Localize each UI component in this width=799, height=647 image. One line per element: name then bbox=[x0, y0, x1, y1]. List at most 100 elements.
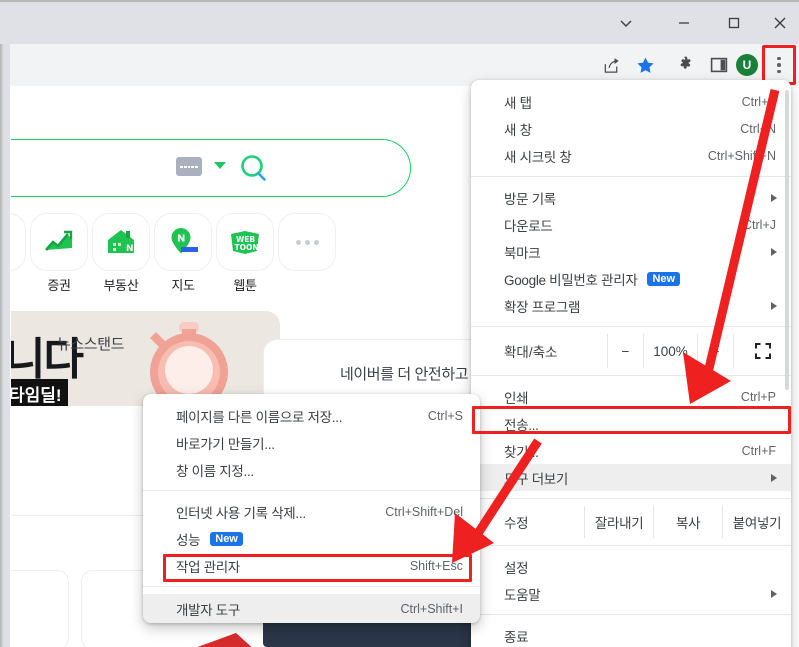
menu-item-downloads[interactable]: 다운로드 Ctrl+J bbox=[471, 211, 791, 238]
menu-label: 인터넷 사용 기록 삭제... bbox=[176, 505, 306, 521]
shortcut-label: 웹툰 bbox=[233, 278, 257, 293]
search-icon[interactable] bbox=[237, 152, 271, 186]
shortcut-label: 뉴스 bbox=[11, 275, 25, 294]
svg-text:N: N bbox=[126, 244, 134, 254]
menu-label: 방문 기록 bbox=[504, 191, 556, 207]
menu-scrollbar[interactable] bbox=[785, 90, 789, 390]
menu-item-history[interactable]: 방문 기록 bbox=[471, 184, 791, 211]
submenu-item-save-page-as[interactable]: 페이지를 다른 이름으로 저장... Ctrl+S bbox=[143, 402, 480, 429]
zoom-in-button[interactable]: + bbox=[697, 334, 733, 368]
caret-down-icon[interactable] bbox=[214, 162, 226, 169]
more-tools-submenu: 페이지를 다른 이름으로 저장... Ctrl+S 바로가기 만들기... 창 … bbox=[143, 394, 480, 623]
map-pin-icon: N bbox=[155, 214, 211, 270]
menu-separator bbox=[471, 375, 791, 376]
submenu-item-create-shortcut[interactable]: 바로가기 만들기... bbox=[143, 429, 480, 456]
menu-item-extensions[interactable]: 확장 프로그램 bbox=[471, 292, 791, 319]
bottom-card-left[interactable] bbox=[11, 570, 69, 647]
edit-cut-button[interactable]: 잘라내기 bbox=[584, 506, 653, 538]
menu-item-bookmarks[interactable]: 북마크 bbox=[471, 238, 791, 265]
submenu-item-developer-tools[interactable]: 개발자 도구 Ctrl+Shift+I bbox=[143, 594, 480, 623]
chevron-right-icon bbox=[771, 473, 777, 482]
close-button[interactable] bbox=[757, 4, 799, 42]
menu-label: Google 비밀번호 관리자 bbox=[504, 272, 638, 288]
edit-copy-button[interactable]: 복사 bbox=[653, 506, 722, 538]
menu-accelerator: Shift+Esc bbox=[409, 558, 463, 573]
submenu-item-clear-browsing-data[interactable]: 인터넷 사용 기록 삭제... Ctrl+Shift+Del bbox=[143, 498, 480, 525]
kebab-dots bbox=[777, 56, 781, 74]
promo-card[interactable]: 니다 타임딜! bbox=[11, 311, 280, 411]
webtoon-icon: WEB TOON bbox=[217, 214, 273, 270]
menu-zoom-row: 확대/축소 − 100% + bbox=[471, 334, 791, 368]
edit-label: 수정 bbox=[504, 516, 529, 531]
menu-item-new-incognito-window[interactable]: 새 시크릿 창 Ctrl+Shift+N bbox=[471, 142, 791, 169]
menu-separator bbox=[471, 176, 791, 177]
submenu-item-task-manager[interactable]: 작업 관리자 Shift+Esc bbox=[143, 552, 480, 579]
more-dots-icon bbox=[279, 214, 335, 270]
edit-paste-button[interactable]: 붙여넣기 bbox=[722, 506, 791, 538]
keyboard-icon[interactable] bbox=[176, 157, 202, 176]
naver-search-bar[interactable] bbox=[11, 139, 411, 197]
new-badge: New bbox=[647, 271, 681, 286]
menu-edit-row: 수정 잘라내기 복사 붙여넣기 bbox=[471, 506, 791, 538]
shortcut-label: 지도 bbox=[171, 278, 195, 293]
menu-item-exit[interactable]: 종료 bbox=[471, 622, 791, 647]
menu-item-more-tools[interactable]: 도구 더보기 bbox=[471, 464, 791, 491]
zoom-label: 확대/축소 bbox=[504, 345, 558, 360]
menu-label: 확장 프로그램 bbox=[504, 299, 581, 315]
submenu-separator bbox=[143, 490, 480, 491]
menu-item-new-tab[interactable]: 새 탭 Ctrl+T bbox=[471, 88, 791, 115]
menu-item-find[interactable]: 찾기... Ctrl+F bbox=[471, 437, 791, 464]
menu-label: 다운로드 bbox=[504, 218, 553, 234]
shortcut-webtoon[interactable]: WEB TOON 웹툰 bbox=[217, 214, 273, 294]
menu-label: 성능 bbox=[176, 532, 201, 548]
menu-item-print[interactable]: 인쇄 Ctrl+P bbox=[471, 383, 791, 410]
menu-separator bbox=[471, 326, 791, 327]
menu-label: 인쇄 bbox=[504, 390, 529, 406]
menu-label: 북마크 bbox=[504, 245, 541, 261]
svg-text:TOON: TOON bbox=[235, 243, 259, 252]
menu-accelerator: Ctrl+F bbox=[741, 443, 776, 458]
chevron-right-icon bbox=[771, 247, 777, 256]
window-left-border bbox=[0, 0, 10, 647]
submenu-item-performance[interactable]: 성능 New bbox=[143, 525, 480, 552]
menu-item-cast[interactable]: 전송... bbox=[471, 410, 791, 437]
fullscreen-icon[interactable] bbox=[733, 334, 791, 368]
menu-item-password-manager[interactable]: Google 비밀번호 관리자 New bbox=[471, 265, 791, 292]
menu-item-settings[interactable]: 설정 bbox=[471, 553, 791, 580]
menu-label: 바로가기 만들기... bbox=[176, 436, 275, 452]
menu-label: 새 창 bbox=[504, 122, 532, 138]
menu-accelerator: Ctrl+S bbox=[427, 408, 463, 423]
menu-label: 창 이름 지정... bbox=[176, 463, 254, 479]
shortcut-map[interactable]: N 지도 bbox=[155, 214, 211, 294]
menu-accelerator: Ctrl+Shift+Del bbox=[385, 504, 463, 519]
menu-accelerator: Ctrl+P bbox=[740, 389, 776, 404]
menu-accelerator: Ctrl+Shift+N bbox=[707, 148, 776, 163]
zoom-controls: − 100% + bbox=[607, 334, 791, 368]
shortcut-stock[interactable]: 증권 bbox=[31, 214, 87, 294]
menu-accelerator: Ctrl+T bbox=[741, 94, 776, 109]
menu-accelerator: Ctrl+Shift+I bbox=[400, 601, 463, 616]
menu-label: 도움말 bbox=[504, 587, 541, 603]
menu-separator bbox=[471, 498, 791, 499]
house-icon: N bbox=[93, 214, 149, 270]
shortcut-more[interactable] bbox=[279, 214, 335, 275]
chevron-right-icon bbox=[771, 193, 777, 202]
minimize-button[interactable] bbox=[661, 4, 707, 42]
menu-accelerator: Ctrl+N bbox=[740, 121, 776, 136]
svg-text:N: N bbox=[177, 234, 185, 245]
maximize-button[interactable] bbox=[711, 4, 757, 42]
chrome-main-menu: 새 탭 Ctrl+T 새 창 Ctrl+N 새 시크릿 창 Ctrl+Shift… bbox=[471, 80, 791, 647]
submenu-item-name-window[interactable]: 창 이름 지정... bbox=[143, 456, 480, 483]
newsstand-label[interactable]: 뉴스스탠드 bbox=[57, 333, 124, 354]
shortcut-realestate[interactable]: N 부동산 bbox=[93, 214, 149, 294]
menu-accelerator: Ctrl+J bbox=[743, 217, 776, 232]
tab-search-chevron-icon[interactable] bbox=[603, 4, 649, 42]
menu-item-help[interactable]: 도움말 bbox=[471, 580, 791, 607]
safety-card-text: 네이버를 더 안전하고 bbox=[340, 366, 469, 383]
zoom-level-value: 100% bbox=[643, 334, 697, 368]
menu-label: 전송... bbox=[504, 417, 539, 433]
menu-item-new-window[interactable]: 새 창 Ctrl+N bbox=[471, 115, 791, 142]
zoom-out-button[interactable]: − bbox=[607, 334, 643, 368]
menu-separator bbox=[471, 545, 791, 546]
shortcut-news[interactable]: 뉴스 bbox=[11, 214, 25, 294]
